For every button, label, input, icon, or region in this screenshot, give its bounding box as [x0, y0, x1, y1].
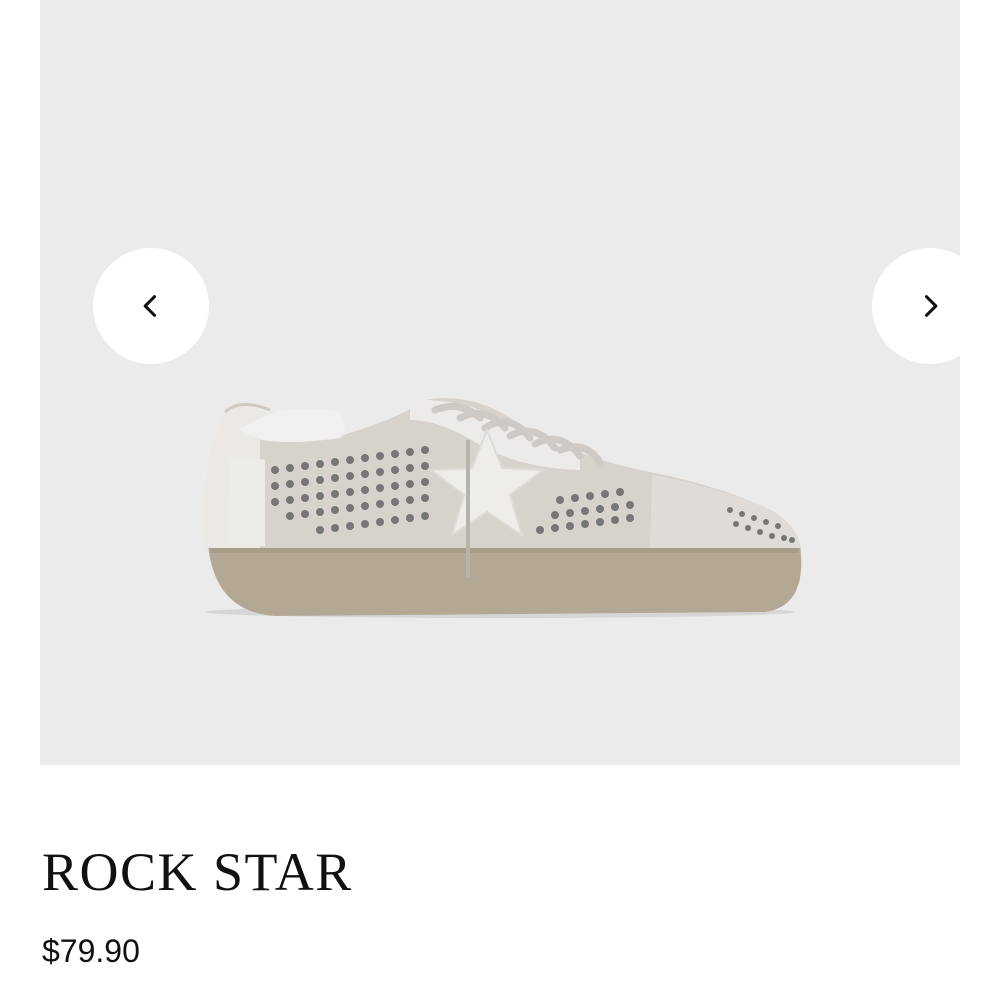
product-image-sneaker [203, 398, 802, 618]
product-price: $79.90 [42, 933, 140, 969]
product-title: ROCK STAR [42, 842, 353, 902]
chevron-left-icon [143, 295, 157, 317]
product-image-gallery [40, 0, 960, 765]
chevron-right-icon [924, 295, 938, 317]
previous-image-button[interactable] [93, 248, 209, 364]
